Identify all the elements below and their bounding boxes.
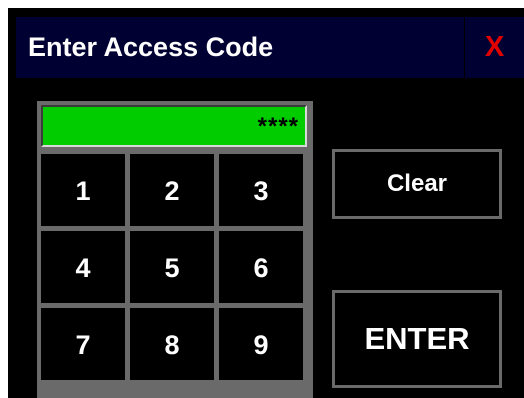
code-display: ****	[41, 105, 307, 147]
key-2[interactable]: 2	[130, 154, 214, 226]
keypad: **** 1 2 3 4 5 6 7 8 9	[37, 101, 313, 398]
key-8[interactable]: 8	[130, 308, 214, 380]
key-5[interactable]: 5	[130, 231, 214, 303]
key-4[interactable]: 4	[41, 231, 125, 303]
key-1[interactable]: 1	[41, 154, 125, 226]
enter-button[interactable]: ENTER	[332, 290, 502, 388]
key-9[interactable]: 9	[219, 308, 303, 380]
key-6[interactable]: 6	[219, 231, 303, 303]
close-button[interactable]: X	[465, 17, 524, 78]
dialog-title: Enter Access Code	[28, 32, 274, 62]
masked-code-value: ****	[257, 113, 299, 140]
key-7[interactable]: 7	[41, 308, 125, 380]
clear-button[interactable]: Clear	[332, 149, 502, 219]
title-bar: Enter Access Code X	[16, 17, 524, 78]
key-3[interactable]: 3	[219, 154, 303, 226]
access-code-dialog: Enter Access Code X **** 1 2 3 4 5 6 7 8…	[8, 8, 524, 398]
